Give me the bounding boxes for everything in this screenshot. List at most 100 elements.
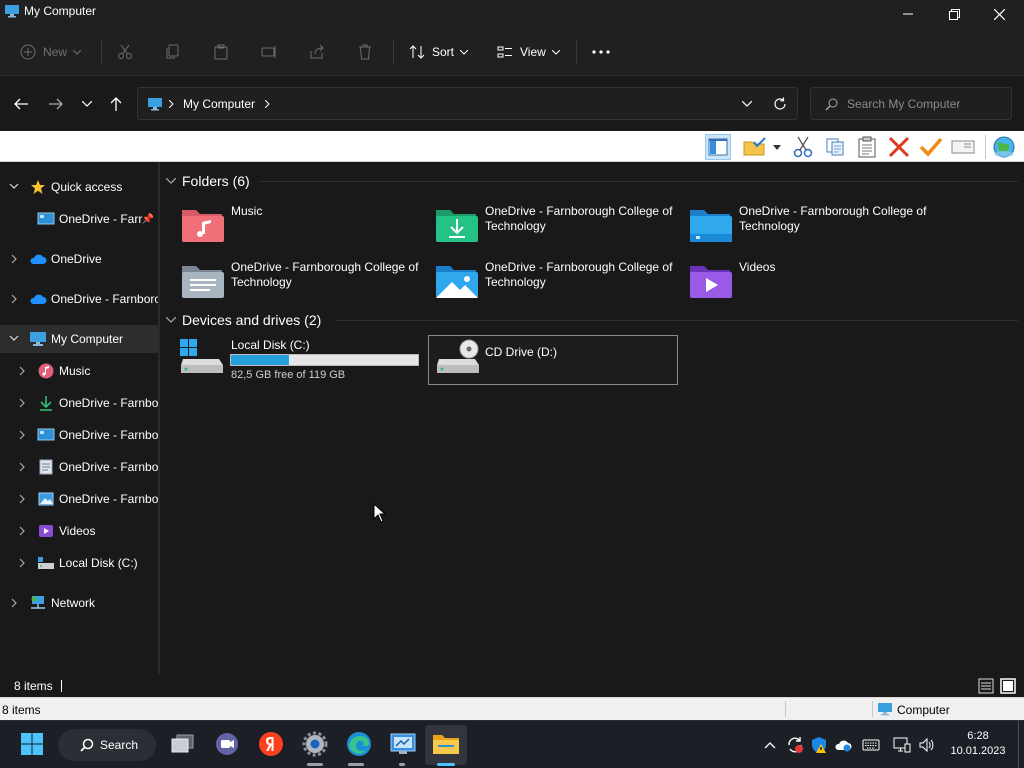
maximize-button[interactable] <box>931 0 977 28</box>
sync-tray-icon[interactable] <box>786 736 804 754</box>
folder-options-button[interactable] <box>742 134 768 160</box>
document-icon <box>37 458 55 476</box>
folder-options-dropdown[interactable] <box>770 134 784 160</box>
delete-button-classic[interactable] <box>886 134 912 160</box>
rename-button[interactable] <box>261 38 277 66</box>
close-button[interactable] <box>976 0 1022 28</box>
file-explorer-button[interactable] <box>431 729 461 759</box>
delete-button[interactable] <box>357 38 373 66</box>
edge-browser-button[interactable] <box>344 729 374 759</box>
nav-onedrive[interactable]: OneDrive <box>0 245 158 273</box>
details-view-icon[interactable] <box>978 678 994 694</box>
pane-layout-icon <box>708 138 728 156</box>
minimize-button[interactable] <box>885 0 931 28</box>
music-icon <box>37 362 55 380</box>
nav-my-computer[interactable]: My Computer <box>0 325 158 353</box>
nav-onedrive-desktop[interactable]: OneDrive - Farr 📌 <box>0 205 158 233</box>
folder-tile-videos[interactable]: Videos <box>688 260 938 308</box>
sort-button[interactable]: Sort <box>409 38 469 66</box>
chevron-right-icon <box>19 366 25 376</box>
nav-videos[interactable]: Videos <box>0 517 158 545</box>
cut-button-classic[interactable] <box>790 134 816 160</box>
search-input[interactable] <box>847 94 1007 114</box>
paste-button[interactable] <box>213 38 229 66</box>
nav-onedrive-documents[interactable]: OneDrive - Farnbo <box>0 453 158 481</box>
security-tray-icon[interactable] <box>810 736 828 754</box>
desktop-icon <box>37 426 55 444</box>
back-button[interactable] <box>9 93 33 115</box>
nav-label: OneDrive - Farnboro <box>51 292 158 306</box>
separator <box>101 40 102 64</box>
nav-onedrive-desktop-2[interactable]: OneDrive - Farnbo <box>0 421 158 449</box>
search-icon <box>825 98 838 111</box>
show-desktop-button[interactable] <box>1018 721 1019 768</box>
folder-tile-onedrive-downloads[interactable]: OneDrive - Farnborough College of Techno… <box>434 204 684 252</box>
share-button[interactable] <box>309 38 325 66</box>
internet-button-classic[interactable] <box>991 134 1017 160</box>
settings-button[interactable] <box>300 729 330 759</box>
new-button[interactable]: New <box>20 38 82 66</box>
paste-button-classic[interactable] <box>854 134 880 160</box>
breadcrumb-my-computer[interactable]: My Computer <box>183 97 255 111</box>
restore-icon <box>948 8 960 20</box>
nav-label: Videos <box>59 524 96 538</box>
drive-tile-local-disk[interactable]: Local Disk (C:) 82,5 GB free of 119 GB <box>178 335 422 385</box>
mail-button-classic[interactable] <box>950 134 976 160</box>
cut-button[interactable] <box>117 38 133 66</box>
status-separator <box>872 701 873 717</box>
mouse-cursor-icon <box>373 503 387 523</box>
network-tray-icon[interactable] <box>893 736 911 754</box>
nav-quick-access[interactable]: Quick access <box>0 173 158 201</box>
edge-icon <box>347 732 371 756</box>
status-bar: 8 items <box>0 675 1024 697</box>
folder-tile-onedrive-desktop[interactable]: OneDrive - Farnborough College of Techno… <box>688 204 938 252</box>
refresh-icon[interactable] <box>773 97 787 111</box>
folder-tile-music[interactable]: Music <box>180 204 430 252</box>
yandex-browser-button[interactable] <box>256 729 286 759</box>
address-bar[interactable]: My Computer <box>137 87 798 120</box>
show-hidden-icons-button[interactable] <box>761 736 779 754</box>
copy-button[interactable] <box>165 38 181 66</box>
task-view-button[interactable] <box>168 729 198 759</box>
control-panel-icon <box>390 733 416 754</box>
tiles-view-icon[interactable] <box>1000 678 1016 694</box>
search-box[interactable] <box>810 87 1012 120</box>
nav-onedrive-pictures[interactable]: OneDrive - Farnbo <box>0 485 158 513</box>
separator <box>576 40 577 64</box>
preview-pane-button[interactable] <box>705 134 731 160</box>
keyboard-tray-icon[interactable] <box>862 736 880 754</box>
view-button[interactable]: View <box>497 38 560 66</box>
teams-chat-button[interactable] <box>212 729 242 759</box>
copy-button-classic[interactable] <box>822 134 848 160</box>
devices-group-header[interactable]: Devices and drives (2) <box>166 310 321 330</box>
chevron-down-icon[interactable] <box>742 101 752 107</box>
nav-label: OneDrive - Farnbo <box>59 396 158 410</box>
chevron-down-icon <box>460 49 469 55</box>
new-label: New <box>43 45 68 59</box>
recent-locations-button[interactable] <box>75 93 99 115</box>
nav-local-disk[interactable]: Local Disk (C:) <box>0 549 158 577</box>
onedrive-tray-icon[interactable] <box>834 736 852 754</box>
control-panel-button[interactable] <box>388 729 418 759</box>
folders-group-header[interactable]: Folders (6) <box>166 171 250 191</box>
more-options-button[interactable] <box>592 38 610 66</box>
chat-icon <box>216 733 238 755</box>
nav-onedrive-downloads[interactable]: OneDrive - Farnbo <box>0 389 158 417</box>
folder-tile-onedrive-pictures[interactable]: OneDrive - Farnborough College of Techno… <box>434 260 684 308</box>
nav-music[interactable]: Music <box>0 357 158 385</box>
up-button[interactable] <box>104 93 128 115</box>
system-clock[interactable]: 6:28 10.01.2023 <box>946 729 1010 759</box>
nav-onedrive-college[interactable]: OneDrive - Farnboro <box>0 285 158 313</box>
clock-time: 6:28 <box>967 730 989 742</box>
properties-button-classic[interactable] <box>918 134 944 160</box>
classic-status-bar: 8 items Computer <box>0 697 1024 720</box>
running-indicator <box>348 763 364 766</box>
chevron-right-icon <box>19 398 25 408</box>
volume-tray-icon[interactable] <box>918 736 936 754</box>
taskbar-search-button[interactable]: Search <box>58 729 156 761</box>
start-button[interactable] <box>17 729 47 759</box>
folder-tile-onedrive-documents[interactable]: OneDrive - Farnborough College of Techno… <box>180 260 430 308</box>
forward-button[interactable] <box>44 93 68 115</box>
drive-tile-cd-drive[interactable]: CD Drive (D:) <box>428 335 678 385</box>
nav-network[interactable]: Network <box>0 589 158 617</box>
